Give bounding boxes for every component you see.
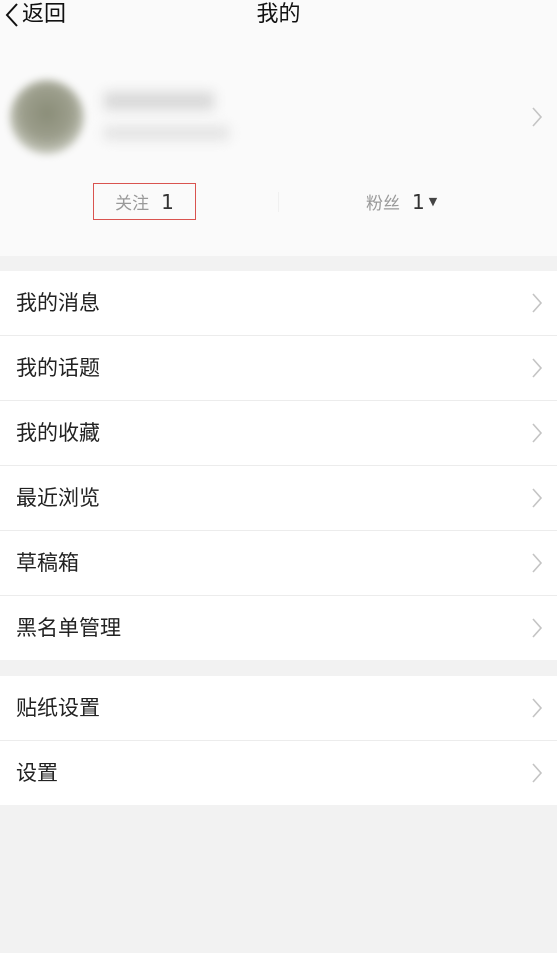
chevron-right-icon <box>531 292 543 314</box>
menu-item-my-favorites[interactable]: 我的收藏 <box>0 401 557 466</box>
following-count: 1 <box>161 189 174 214</box>
profile-header[interactable] <box>0 74 557 164</box>
chevron-right-icon <box>531 762 543 784</box>
chevron-right-icon <box>531 106 543 128</box>
menu-item-settings[interactable]: 设置 <box>0 741 557 805</box>
back-label: 返回 <box>22 2 67 27</box>
user-subtitle-blurred <box>104 126 229 140</box>
fans-stat[interactable]: 粉丝 1 ▼ <box>366 183 437 220</box>
username-blurred <box>104 92 214 110</box>
menu-item-label: 设置 <box>16 761 58 785</box>
menu-group-settings: 贴纸设置 设置 <box>0 676 557 805</box>
menu-group-main: 我的消息 我的话题 我的收藏 最近浏览 草稿箱 黑名单管理 <box>0 271 557 660</box>
back-button[interactable]: 返回 <box>4 0 66 30</box>
following-label: 关注 <box>115 194 150 214</box>
avatar <box>10 80 84 154</box>
menu-item-label: 最近浏览 <box>16 486 100 510</box>
menu-item-label: 黑名单管理 <box>16 616 121 640</box>
chevron-right-icon <box>531 422 543 444</box>
menu-item-label: 我的话题 <box>16 356 100 380</box>
chevron-right-icon <box>531 357 543 379</box>
menu-item-drafts[interactable]: 草稿箱 <box>0 531 557 596</box>
menu-item-blacklist[interactable]: 黑名单管理 <box>0 596 557 660</box>
chevron-right-icon <box>531 552 543 574</box>
fans-label: 粉丝 <box>366 194 400 214</box>
chevron-left-icon <box>4 2 20 28</box>
menu-item-label: 草稿箱 <box>16 551 79 575</box>
menu-item-recent-browsing[interactable]: 最近浏览 <box>0 466 557 531</box>
menu-item-sticker-settings[interactable]: 贴纸设置 <box>0 676 557 741</box>
fans-count: 1 <box>412 189 425 214</box>
stat-divider <box>278 192 279 212</box>
menu-item-my-topics[interactable]: 我的话题 <box>0 336 557 401</box>
menu-item-label: 我的收藏 <box>16 421 100 445</box>
chevron-right-icon <box>531 617 543 639</box>
menu-item-label: 我的消息 <box>16 291 100 315</box>
profile-card: 关注 1 粉丝 1 ▼ <box>0 34 557 256</box>
caret-down-icon: ▼ <box>428 195 438 208</box>
top-bar: 我的 返回 <box>0 0 557 34</box>
chevron-right-icon <box>531 487 543 509</box>
chevron-right-icon <box>531 697 543 719</box>
menu-item-my-messages[interactable]: 我的消息 <box>0 271 557 336</box>
menu-item-label: 贴纸设置 <box>16 696 100 720</box>
following-stat[interactable]: 关注 1 <box>93 183 196 220</box>
page-title: 我的 <box>256 2 301 27</box>
